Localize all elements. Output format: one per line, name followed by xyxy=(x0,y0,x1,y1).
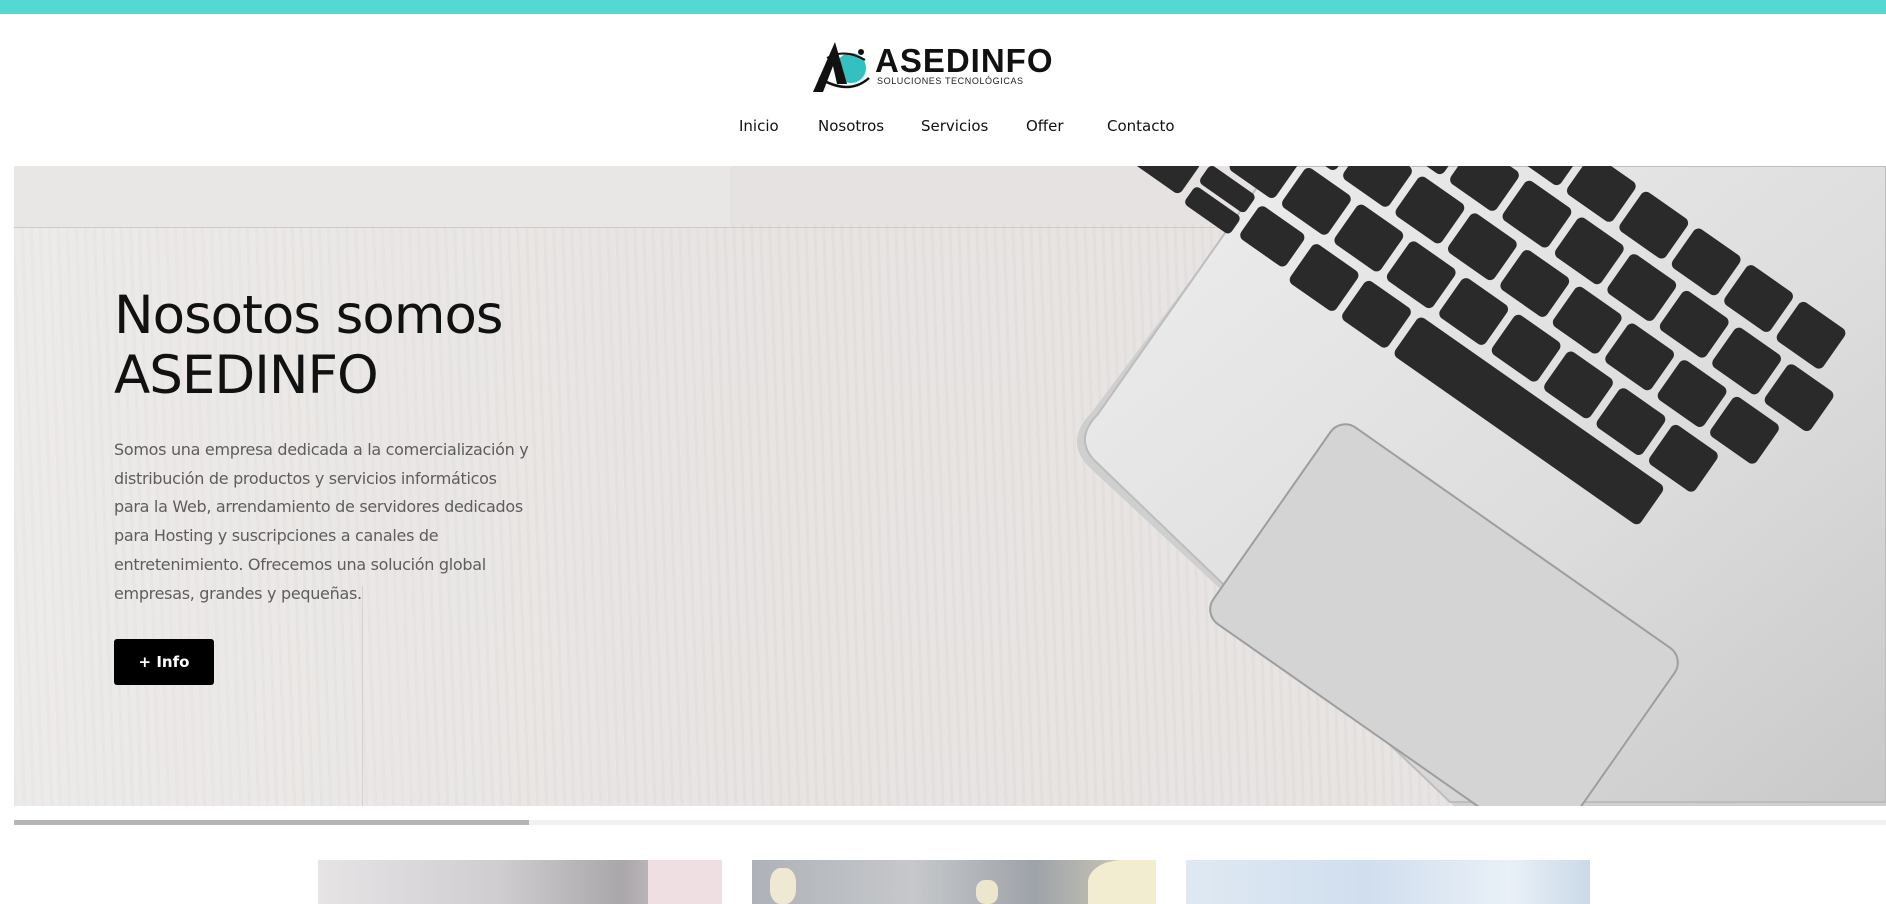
main-nav: Inicio Nosotros Servicios Offer Contacto xyxy=(0,114,1886,142)
hero-description-line: distribución de productos y servicios in… xyxy=(114,468,497,488)
card-image-3[interactable] xyxy=(1186,860,1590,904)
more-info-button[interactable]: + Info xyxy=(114,639,214,685)
card-image-detail xyxy=(770,868,796,904)
card-image-1[interactable] xyxy=(318,860,722,904)
hero-slider[interactable]: Nosotos somos ASEDINFO Somos una empresa… xyxy=(14,166,1886,806)
logo-tagline: SOLUCIONES TECNOLÓGICAS xyxy=(877,76,1024,86)
card-image-detail xyxy=(648,860,722,904)
nav-item-nosotros[interactable]: Nosotros xyxy=(818,114,884,138)
hero-title: Nosotos somos ASEDINFO xyxy=(114,286,503,406)
slider-progress-fill xyxy=(14,820,529,825)
logo-name: ASEDINFO xyxy=(875,42,1054,79)
nav-item-inicio[interactable]: Inicio xyxy=(739,114,779,138)
nav-item-contacto[interactable]: Contacto xyxy=(1107,114,1175,138)
slider-progress xyxy=(14,820,1886,825)
asedinfo-logo-icon xyxy=(813,42,870,92)
hero-description-line: empresas, grandes y pequeñas. xyxy=(114,583,362,603)
card-image-detail xyxy=(1088,860,1156,904)
card-image-detail xyxy=(976,880,998,904)
hero-description: Somos una empresa dedicada a la comercia… xyxy=(114,436,554,608)
hero-description-line: entretenimiento. Ofrecemos una solución … xyxy=(114,554,486,574)
hero-description-line: para la Web, arrendamiento de servidores… xyxy=(114,497,523,517)
top-accent-bar xyxy=(0,0,1886,14)
site-logo[interactable]: ASEDINFO SOLUCIONES TECNOLÓGICAS xyxy=(809,38,1053,94)
card-image-2[interactable] xyxy=(752,860,1156,904)
nav-item-servicios[interactable]: Servicios xyxy=(921,114,988,138)
hero-description-line: Somos una empresa dedicada a la comercia… xyxy=(114,440,529,459)
hero-title-line: ASEDINFO xyxy=(114,345,379,406)
hero-description-line: para Hosting y suscripciones a canales d… xyxy=(114,526,439,546)
nav-item-offer[interactable]: Offer xyxy=(1026,114,1064,138)
hero-title-line: Nosotos somos xyxy=(114,285,503,346)
